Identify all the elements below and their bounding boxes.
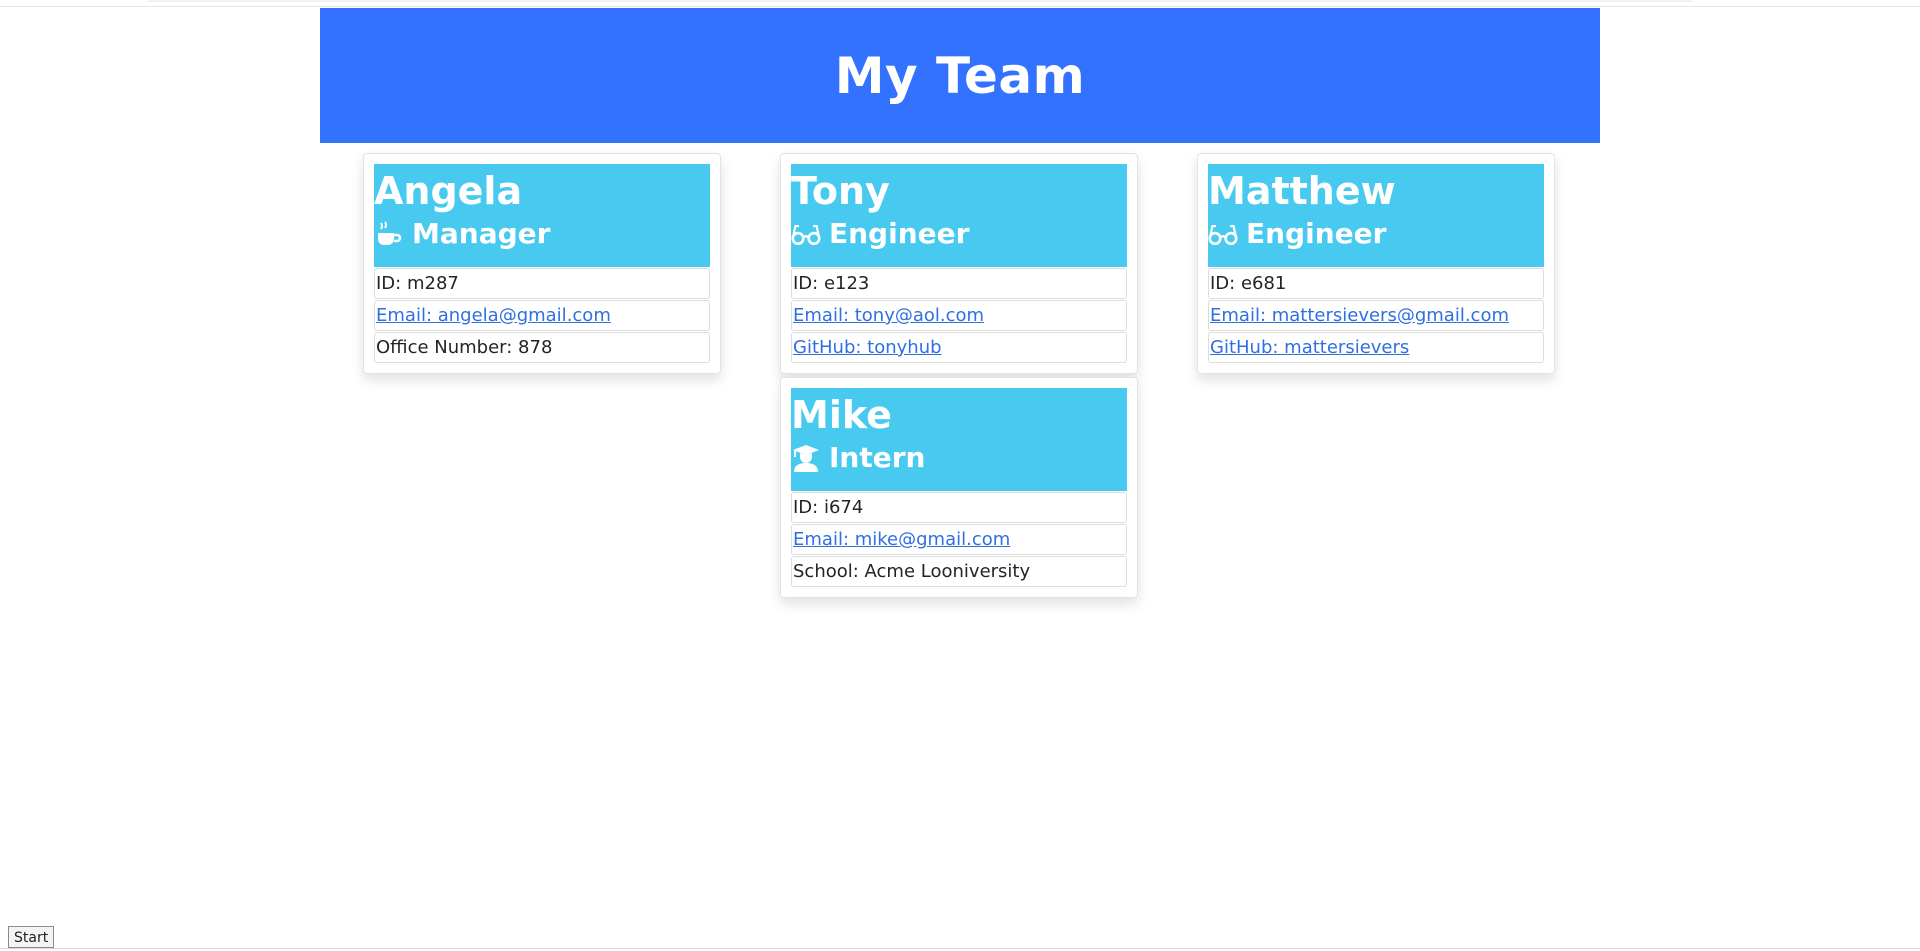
email-row: Email: mike@gmail.com [791, 524, 1127, 555]
employee-card-mike: Mike Intern ID: i674 Email: mike@gmail.c… [780, 377, 1138, 598]
card-header: Tony Engineer [791, 164, 1127, 267]
taskbar-divider [0, 948, 1920, 949]
email-link[interactable]: Email: mattersievers@gmail.com [1210, 305, 1509, 326]
employee-card-tony: Tony Engineer ID: e123 Email: tony@aol.c… [780, 153, 1138, 374]
employee-id: ID: i674 [791, 492, 1127, 523]
employee-role: Manager [374, 214, 710, 254]
email-link[interactable]: Email: angela@gmail.com [376, 305, 611, 326]
github-link[interactable]: GitHub: mattersievers [1210, 337, 1409, 358]
office-number: Office Number: 878 [374, 332, 710, 363]
browser-divider [0, 6, 1920, 7]
employee-name: Matthew [1208, 169, 1396, 213]
github-link[interactable]: GitHub: tonyhub [793, 337, 942, 358]
email-row: Email: angela@gmail.com [374, 300, 710, 331]
employee-name: Angela [374, 169, 523, 213]
role-label: Intern [829, 441, 926, 474]
graduate-icon [793, 445, 819, 472]
role-label: Engineer [829, 217, 970, 250]
card-header: Mike Intern [791, 388, 1127, 491]
employee-id: ID: m287 [374, 268, 710, 299]
glasses-icon [791, 224, 821, 246]
card-header: Matthew Engineer [1208, 164, 1544, 267]
role-label: Manager [412, 217, 551, 250]
employee-id: ID: e123 [791, 268, 1127, 299]
team-banner: My Team [320, 8, 1600, 143]
email-link[interactable]: Email: tony@aol.com [793, 305, 984, 326]
email-row: Email: mattersievers@gmail.com [1208, 300, 1544, 331]
employee-name: Mike [791, 393, 892, 437]
school: School: Acme Looniversity [791, 556, 1127, 587]
github-row: GitHub: mattersievers [1208, 332, 1544, 363]
email-link[interactable]: Email: mike@gmail.com [793, 529, 1010, 550]
card-header: Angela Manager [374, 164, 710, 267]
employee-id: ID: e681 [1208, 268, 1544, 299]
browser-top-edge [148, 0, 1692, 2]
employee-role: Engineer [1208, 214, 1544, 254]
glasses-icon [1208, 224, 1238, 246]
coffee-icon [378, 221, 402, 245]
email-row: Email: tony@aol.com [791, 300, 1127, 331]
employee-role: Intern [791, 438, 1127, 478]
role-label: Engineer [1246, 217, 1387, 250]
start-button[interactable]: Start [8, 926, 55, 948]
employee-card-matthew: Matthew Engineer ID: e681 Email: matters… [1197, 153, 1555, 374]
employee-name: Tony [791, 169, 890, 213]
github-row: GitHub: tonyhub [791, 332, 1127, 363]
employee-role: Engineer [791, 214, 1127, 254]
page-title: My Team [834, 46, 1086, 105]
employee-card-angela: Angela Manager ID: m287 Email: angela@gm… [363, 153, 721, 374]
